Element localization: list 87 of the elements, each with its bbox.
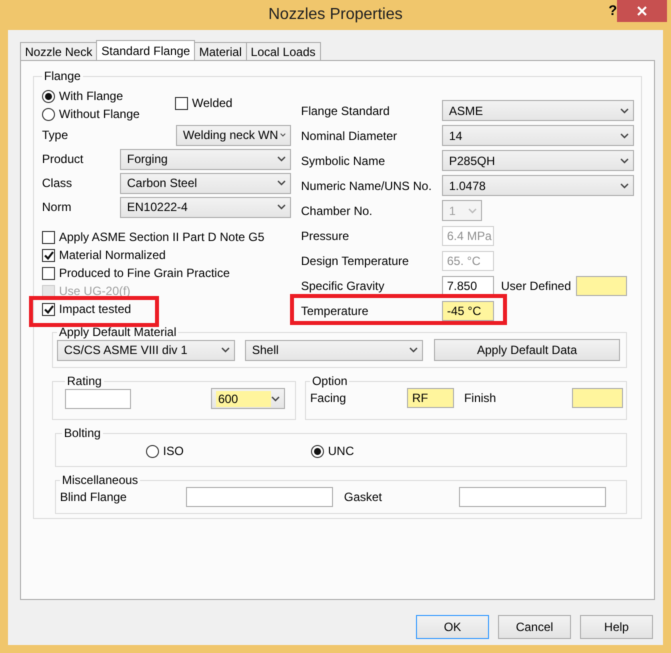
dropdown[interactable]: ASME [442, 100, 634, 121]
radio-label: Without Flange [59, 107, 140, 121]
field-label: User Defined [500, 278, 572, 292]
group-label: Option [311, 374, 348, 388]
checkbox[interactable] [42, 266, 55, 280]
help-button[interactable]: ? [604, 2, 621, 18]
text-field[interactable]: 7.850 [442, 276, 494, 296]
caret-icon [468, 208, 477, 214]
dialog-button[interactable]: OK [416, 615, 489, 639]
tab[interactable]: Standard Flange [96, 40, 196, 60]
radio-label: With Flange [59, 89, 124, 103]
field-label: Blind Flange [60, 490, 128, 504]
checkbox[interactable] [175, 96, 188, 110]
checkbox-label: Produced to Fine Grain Practice [59, 266, 230, 280]
field-label: Norm [42, 200, 72, 214]
group-label: Apply Default Material [58, 325, 178, 339]
dialog-button[interactable]: Cancel [498, 615, 571, 639]
field-label: Type [42, 128, 70, 142]
checkbox-label: Apply ASME Section II Part D Note G5 [59, 230, 264, 244]
text-field[interactable] [572, 388, 624, 408]
text-field[interactable] [576, 276, 627, 296]
apply-default-data-button[interactable]: Apply Default Data [434, 339, 620, 361]
caret-icon [280, 132, 286, 138]
text-field[interactable]: -45 °C [442, 300, 494, 320]
field-label: Temperature [301, 304, 370, 318]
checkbox[interactable] [42, 248, 55, 262]
caret-icon [620, 158, 629, 164]
caret-icon [277, 180, 286, 186]
checkbox-label: Use UG-20(f) [59, 284, 130, 298]
tab[interactable]: Local Loads [246, 42, 320, 60]
dropdown[interactable]: Shell [245, 340, 423, 360]
dropdown[interactable]: CS/CS ASME VIII div 1 [57, 340, 235, 360]
close-button[interactable] [617, 0, 667, 22]
checkbox-label: Material Normalized [59, 248, 166, 262]
text-field[interactable] [186, 487, 333, 507]
close-icon [637, 6, 647, 16]
dropdown[interactable]: Forging [120, 148, 291, 170]
checkbox-label: Impact tested [59, 302, 132, 316]
radio-button[interactable] [42, 108, 55, 120]
caret-icon [277, 204, 286, 210]
group-label: Bolting [63, 426, 102, 440]
caret-icon [620, 132, 629, 138]
caret-icon [277, 156, 286, 162]
check-icon [44, 304, 54, 314]
checkbox-label: Welded [192, 96, 232, 110]
dropdown[interactable]: EN10222-4 [120, 196, 291, 218]
field-label: Design Temperature [301, 254, 410, 268]
dropdown[interactable]: P285QH [442, 150, 634, 171]
check-icon [44, 250, 54, 260]
caret-icon [271, 396, 280, 402]
caret-icon [620, 182, 629, 188]
group-label: Flange [43, 69, 82, 83]
window-title: Nozzles Properties [268, 6, 403, 24]
group-label: Rating [66, 374, 103, 388]
dropdown[interactable]: Carbon Steel [120, 172, 291, 194]
field-label: Flange Standard [301, 104, 391, 118]
radio-button[interactable] [311, 444, 324, 458]
field-label: Gasket [343, 490, 384, 504]
text-field[interactable] [459, 487, 606, 507]
field-label: Chamber No. [301, 204, 374, 218]
radio-label: UNC [328, 444, 354, 458]
field-label: Nominal Diameter [301, 128, 398, 142]
text-field[interactable]: RF [407, 388, 454, 408]
checkbox[interactable] [42, 230, 55, 244]
dialog-button[interactable]: Help [580, 615, 653, 639]
field-label: Pressure [301, 228, 350, 242]
radio-button[interactable] [42, 90, 55, 102]
field-label: Specific Gravity [301, 278, 386, 292]
caret-icon [409, 347, 418, 353]
dropdown[interactable]: 600 [211, 388, 286, 409]
dropdown[interactable]: 14 [442, 125, 634, 146]
field-label: Product [42, 152, 84, 166]
dropdown[interactable]: Welding neck WN [176, 124, 291, 146]
field-label: Finish [463, 391, 498, 405]
checkbox[interactable] [42, 302, 55, 316]
text-field[interactable] [65, 388, 131, 408]
field-label: Class [42, 176, 74, 190]
group-label: Miscellaneous [61, 473, 140, 487]
dropdown[interactable]: 1.0478 [442, 175, 634, 196]
field-label: Symbolic Name [301, 154, 386, 168]
caret-icon [620, 108, 629, 114]
tab[interactable]: Nozzle Neck [20, 42, 98, 60]
caret-icon [221, 347, 230, 353]
radio-label: ISO [163, 444, 184, 458]
field-label: Facing [310, 391, 348, 405]
radio-button[interactable] [146, 444, 159, 458]
field-label: Numeric Name/UNS No. [301, 178, 433, 192]
